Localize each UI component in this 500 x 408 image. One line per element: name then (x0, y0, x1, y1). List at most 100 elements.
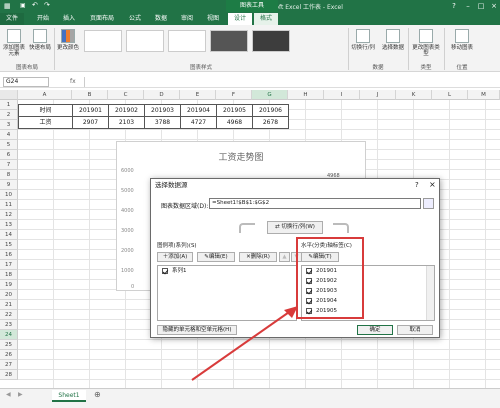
tab-page-layout[interactable]: 页面布局 (84, 13, 120, 25)
row-header[interactable]: 12 (0, 210, 18, 220)
tab-formulas[interactable]: 公式 (124, 13, 146, 25)
chart-style-thumb[interactable] (126, 30, 164, 52)
table-cell[interactable]: 2103 (108, 116, 145, 129)
prev-sheet-icon[interactable]: ◀ (6, 391, 11, 398)
minimize-icon[interactable]: – (462, 1, 474, 11)
column-header[interactable]: G (252, 90, 288, 100)
row-header[interactable]: 2 (0, 110, 18, 120)
column-header[interactable]: M (468, 90, 500, 100)
change-colors-button[interactable]: 更改颜色 (56, 29, 80, 51)
formula-input[interactable] (84, 77, 496, 87)
ok-button[interactable]: 确定 (357, 325, 393, 335)
row-header[interactable]: 26 (0, 350, 18, 360)
table-cell[interactable]: 2678 (252, 116, 289, 129)
table-row-label[interactable]: 工资 (18, 116, 73, 129)
collapse-range-icon[interactable] (423, 198, 434, 209)
column-header[interactable]: E (180, 90, 216, 100)
dialog-help-icon[interactable]: ? (415, 181, 419, 189)
row-header[interactable]: 5 (0, 140, 18, 150)
row-header[interactable]: 24 (0, 330, 18, 340)
row-header[interactable]: 13 (0, 220, 18, 230)
move-chart-button[interactable]: 移动图表 (448, 29, 476, 51)
row-header[interactable]: 1 (0, 100, 18, 110)
chart-style-thumb[interactable] (168, 30, 206, 52)
row-header[interactable]: 22 (0, 310, 18, 320)
column-header[interactable]: D (144, 90, 180, 100)
row-header[interactable]: 11 (0, 200, 18, 210)
range-input[interactable]: =Sheet1!$B$1:$G$2 (209, 198, 421, 209)
row-header[interactable]: 21 (0, 300, 18, 310)
maximize-icon[interactable]: □ (475, 1, 487, 11)
table-cell[interactable]: 4727 (180, 116, 217, 129)
column-header[interactable]: A (18, 90, 72, 100)
fx-icon[interactable]: fx (70, 78, 76, 85)
chart-style-thumb[interactable] (210, 30, 248, 52)
undo-icon[interactable]: ↶ (32, 1, 38, 9)
add-series-button[interactable]: ＋添加(A) (157, 252, 193, 262)
row-header[interactable]: 10 (0, 190, 18, 200)
row-header[interactable]: 27 (0, 360, 18, 370)
tab-home[interactable]: 开始 (32, 13, 54, 25)
quick-layout-button[interactable]: 快速布局 (28, 29, 52, 51)
name-box[interactable]: G24 (3, 77, 49, 87)
column-header[interactable]: L (432, 90, 468, 100)
chart-title[interactable]: 工资走势图 (117, 150, 365, 163)
sheet-tab[interactable]: Sheet1 (52, 390, 86, 402)
row-header[interactable]: 8 (0, 170, 18, 180)
row-header[interactable]: 20 (0, 290, 18, 300)
row-header[interactable]: 25 (0, 340, 18, 350)
next-sheet-icon[interactable]: ▶ (18, 391, 23, 398)
table-cell[interactable]: 3788 (144, 116, 181, 129)
column-header[interactable]: K (396, 90, 432, 100)
select-data-button[interactable]: 选择数据 (380, 29, 406, 51)
table-cell[interactable]: 2907 (72, 116, 109, 129)
tab-format[interactable]: 格式 (254, 13, 278, 25)
dialog-close-icon[interactable]: × (429, 180, 436, 189)
move-up-button[interactable]: ▲ (279, 252, 290, 262)
scrollbar[interactable] (426, 266, 434, 320)
redo-icon[interactable]: ↷ (44, 1, 50, 9)
row-header[interactable]: 15 (0, 240, 18, 250)
column-header[interactable]: H (288, 90, 324, 100)
select-all-corner[interactable] (0, 90, 18, 100)
row-header[interactable]: 3 (0, 120, 18, 130)
column-header[interactable]: B (72, 90, 108, 100)
chart-style-thumb[interactable] (84, 30, 122, 52)
column-header[interactable]: C (108, 90, 144, 100)
cancel-button[interactable]: 取消 (397, 325, 433, 335)
close-icon[interactable]: × (488, 1, 500, 11)
chart-style-thumb[interactable] (252, 30, 290, 52)
tab-view[interactable]: 视图 (202, 13, 224, 25)
checkbox-icon[interactable] (162, 267, 168, 274)
row-header[interactable]: 14 (0, 230, 18, 240)
row-header[interactable]: 23 (0, 320, 18, 330)
tab-design[interactable]: 设计 (228, 13, 252, 25)
edit-series-button[interactable]: ✎编辑(E) (197, 252, 235, 262)
row-header[interactable]: 4 (0, 130, 18, 140)
row-header[interactable]: 28 (0, 370, 18, 380)
add-sheet-icon[interactable]: ⊕ (94, 390, 101, 399)
help-icon[interactable]: ? (448, 1, 460, 11)
row-header[interactable]: 18 (0, 270, 18, 280)
column-header[interactable]: J (360, 90, 396, 100)
change-chart-type-button[interactable]: 更改图表类型 (412, 29, 440, 57)
tab-insert[interactable]: 插入 (58, 13, 80, 25)
switch-row-col-button[interactable]: ⇄ 切换行/列(W) (267, 221, 323, 234)
row-header[interactable]: 16 (0, 250, 18, 260)
save-icon[interactable]: ▣ (20, 2, 26, 9)
row-header[interactable]: 17 (0, 260, 18, 270)
row-header[interactable]: 6 (0, 150, 18, 160)
tab-data[interactable]: 数据 (150, 13, 172, 25)
tab-file[interactable]: 文件 (0, 13, 24, 25)
row-header[interactable]: 9 (0, 180, 18, 190)
table-cell[interactable]: 4968 (216, 116, 253, 129)
column-header[interactable]: I (324, 90, 360, 100)
switch-row-col-button[interactable]: 切换行/列 (350, 29, 376, 51)
row-header[interactable]: 19 (0, 280, 18, 290)
row-header[interactable]: 7 (0, 160, 18, 170)
list-item[interactable]: 系列1 (158, 266, 296, 276)
add-chart-element-button[interactable]: 添加图表元素 (2, 29, 26, 57)
column-header[interactable]: F (216, 90, 252, 100)
tab-review[interactable]: 审阅 (176, 13, 198, 25)
delete-series-button[interactable]: ✕删除(R) (239, 252, 277, 262)
